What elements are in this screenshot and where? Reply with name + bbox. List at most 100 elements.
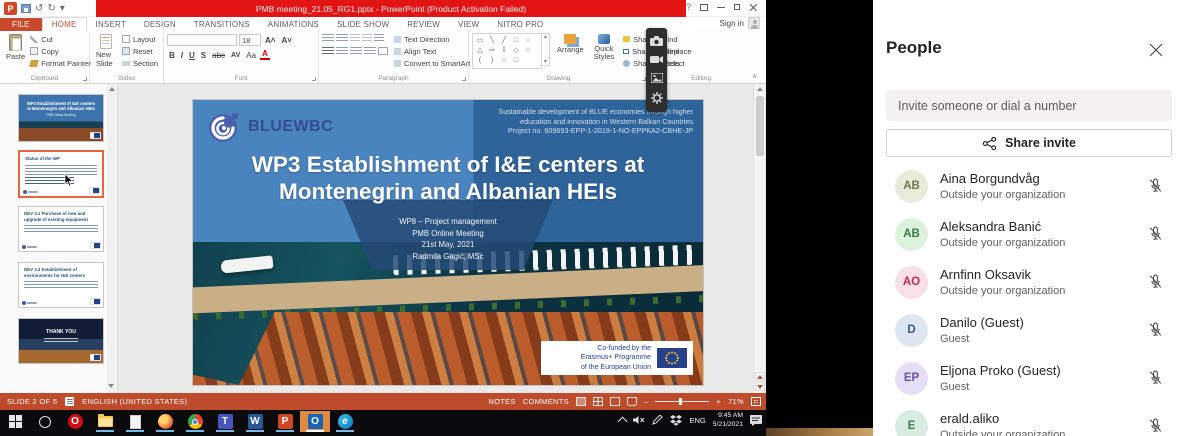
- scroll-up-icon[interactable]: [109, 87, 115, 91]
- invite-input[interactable]: [886, 90, 1172, 121]
- normal-view-icon[interactable]: [576, 397, 586, 406]
- quick-styles-button[interactable]: Quick Styles: [591, 33, 617, 69]
- dialog-launcher-icon[interactable]: [312, 77, 316, 81]
- spellcheck-icon[interactable]: [65, 397, 74, 406]
- slide-thumbnail-5[interactable]: 5 THANK YOU: [18, 318, 104, 364]
- participant-row[interactable]: EP Eljona Proko (Guest) Guest: [873, 354, 1186, 402]
- shape-icon[interactable]: ☆: [523, 46, 533, 55]
- shape-icon[interactable]: ╱: [499, 36, 509, 45]
- scrollbar-thumb[interactable]: [756, 96, 764, 156]
- thumbnail-scrollbar[interactable]: [107, 84, 116, 393]
- font-color-button[interactable]: A: [260, 50, 270, 60]
- shape-icon[interactable]: △: [475, 46, 485, 55]
- indent-increase-icon[interactable]: [362, 34, 372, 42]
- font-name-input[interactable]: [167, 34, 237, 46]
- character-spacing-button[interactable]: AV: [229, 52, 242, 59]
- shapes-gallery[interactable]: ▭ ╲ ╱ □ ○ △ ⇨ ⇩ ◇ ☆: [472, 33, 542, 69]
- align-text-button[interactable]: Align Text: [392, 45, 472, 57]
- tab-animations[interactable]: ANIMATIONS: [259, 18, 328, 31]
- save-icon[interactable]: [21, 4, 31, 13]
- tab-file[interactable]: FILE: [0, 18, 42, 31]
- notes-toggle[interactable]: NOTES: [488, 397, 515, 406]
- convert-smartart-button[interactable]: Convert to SmartArt: [392, 57, 472, 69]
- shapes-gallery-scroll[interactable]: ▲▼: [542, 33, 550, 66]
- zoom-out-button[interactable]: –: [644, 397, 648, 406]
- dropbox-icon[interactable]: [670, 415, 682, 426]
- slide-canvas[interactable]: BLUEWBC Sustainable development of BLUE …: [193, 100, 703, 385]
- text-direction-button[interactable]: Text Direction: [392, 33, 472, 45]
- participant-row[interactable]: D Danilo (Guest) Guest: [873, 306, 1186, 354]
- arrange-button[interactable]: Arrange: [554, 33, 587, 69]
- video-camera-icon[interactable]: [650, 55, 663, 64]
- zoom-slider-thumb[interactable]: [679, 398, 682, 405]
- taskbar-notepad[interactable]: [120, 411, 150, 432]
- taskbar-edge[interactable]: e: [330, 411, 360, 432]
- ribbon-display-options-icon[interactable]: [700, 4, 708, 11]
- taskbar-chrome[interactable]: [180, 411, 210, 432]
- align-left-icon[interactable]: [322, 47, 334, 55]
- strikethrough-button[interactable]: abc: [210, 51, 227, 60]
- tab-nitro-pro[interactable]: NITRO PRO: [488, 18, 552, 31]
- grow-font-icon[interactable]: A˄: [263, 36, 277, 45]
- shrink-font-icon[interactable]: A˅: [279, 36, 293, 45]
- shape-icon[interactable]: □: [511, 36, 521, 45]
- slide-thumbnail-1[interactable]: 1 WP3 Establishment of I&E centers at Mo…: [18, 94, 104, 142]
- tab-insert[interactable]: INSERT: [87, 18, 135, 31]
- keyboard-language[interactable]: ENG: [689, 416, 705, 425]
- dialog-launcher-icon[interactable]: [462, 77, 466, 81]
- close-panel-icon[interactable]: [1148, 42, 1164, 58]
- numbering-icon[interactable]: [336, 34, 348, 42]
- comments-toggle[interactable]: COMMENTS: [523, 397, 569, 406]
- layout-button[interactable]: Layout: [120, 33, 160, 45]
- tab-transitions[interactable]: TRANSITIONS: [185, 18, 259, 31]
- cortana-search-button[interactable]: [30, 411, 60, 432]
- shape-icon[interactable]: ⇨: [487, 46, 497, 55]
- shadow-button[interactable]: S: [199, 51, 208, 60]
- fit-slide-icon[interactable]: [751, 397, 761, 406]
- zoom-slider[interactable]: [655, 401, 709, 402]
- tab-home[interactable]: HOME: [42, 17, 87, 31]
- mic-muted-icon[interactable]: [1147, 177, 1164, 194]
- align-right-icon[interactable]: [350, 47, 362, 55]
- restore-icon[interactable]: [734, 4, 741, 10]
- dialog-launcher-icon[interactable]: [83, 77, 87, 81]
- paste-button[interactable]: Paste: [3, 33, 28, 69]
- mic-muted-icon[interactable]: [1147, 417, 1164, 434]
- slide-sorter-view-icon[interactable]: [593, 397, 603, 406]
- start-button[interactable]: [0, 411, 30, 432]
- qat-customize-icon[interactable]: ▾: [60, 4, 65, 14]
- tab-review[interactable]: REVIEW: [398, 18, 449, 31]
- notifications-icon[interactable]: [750, 415, 762, 426]
- shape-icon[interactable]: □: [511, 56, 521, 65]
- taskbar-word[interactable]: W: [240, 411, 270, 432]
- taskbar-opera[interactable]: O: [60, 411, 90, 432]
- close-icon[interactable]: [749, 3, 758, 12]
- taskbar-teams[interactable]: T: [210, 411, 240, 432]
- slide-area-scrollbar[interactable]: [753, 84, 765, 393]
- zoom-in-button[interactable]: +: [716, 397, 721, 406]
- indent-decrease-icon[interactable]: [350, 34, 360, 42]
- next-slide-button[interactable]: [755, 382, 765, 391]
- bullets-icon[interactable]: [322, 34, 334, 42]
- align-center-icon[interactable]: [336, 47, 348, 55]
- taskbar-firefox[interactable]: [150, 411, 180, 432]
- slide-thumbnail-3[interactable]: 3 DEV 3.1 Purchase of new and upgrade of…: [18, 206, 104, 252]
- shape-icon[interactable]: ☆: [499, 56, 509, 65]
- participant-row[interactable]: AB Aleksandra Banić Outside your organiz…: [873, 210, 1186, 258]
- language-status[interactable]: ENGLISH (UNITED STATES): [82, 397, 187, 406]
- collapse-ribbon-icon[interactable]: ∧: [752, 74, 760, 80]
- scroll-down-icon[interactable]: [108, 384, 114, 388]
- sign-in[interactable]: Sign in: [720, 17, 760, 29]
- taskbar-file-explorer[interactable]: [90, 411, 120, 432]
- mic-muted-icon[interactable]: [1147, 273, 1164, 290]
- mic-muted-icon[interactable]: [1147, 225, 1164, 242]
- scroll-up-icon[interactable]: [757, 87, 763, 91]
- new-slide-button[interactable]: New Slide: [93, 33, 120, 69]
- shape-icon[interactable]: ▭: [475, 36, 485, 45]
- pen-icon[interactable]: [652, 415, 663, 425]
- tab-slide-show[interactable]: SLIDE SHOW: [328, 18, 398, 31]
- minimize-icon[interactable]: [717, 7, 725, 8]
- slide-thumbnail-2-selected[interactable]: 2 Status of the WP: [18, 150, 104, 198]
- share-invite-button[interactable]: Share invite: [886, 129, 1172, 157]
- shape-icon[interactable]: ⇩: [499, 46, 509, 55]
